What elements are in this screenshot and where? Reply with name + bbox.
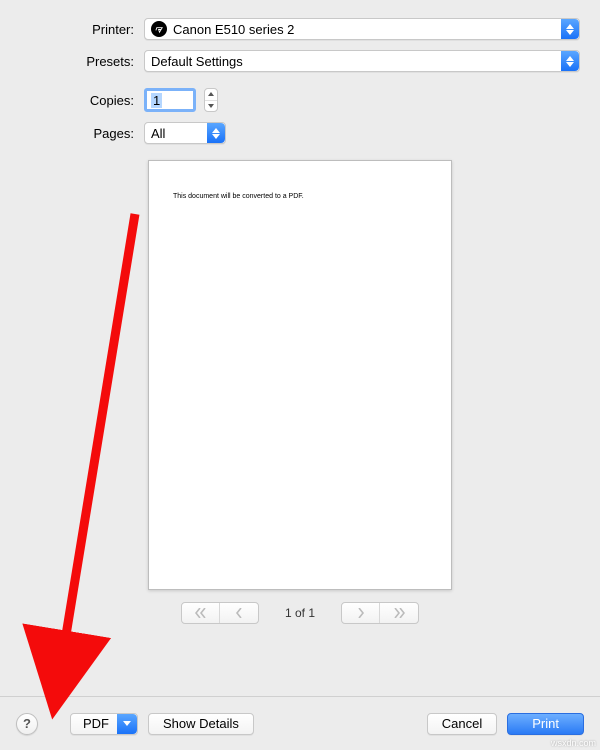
printer-value: Canon E510 series 2 <box>173 22 294 37</box>
pager-prev-button[interactable] <box>220 603 258 623</box>
presets-value: Default Settings <box>151 54 243 69</box>
pages-value: All <box>151 126 165 141</box>
pager-prev-group <box>181 602 259 624</box>
presets-label: Presets: <box>20 54 144 69</box>
pager-next-group <box>341 602 419 624</box>
stepper-down-icon[interactable] <box>205 101 217 112</box>
watermark: wsxdn.com <box>551 738 596 748</box>
pdf-menu-button[interactable]: PDF <box>70 713 138 735</box>
show-details-button[interactable]: Show Details <box>148 713 254 735</box>
pages-label: Pages: <box>20 126 144 141</box>
printer-label: Printer: <box>20 22 144 37</box>
copies-label: Copies: <box>20 93 144 108</box>
copies-input[interactable]: 1 <box>144 88 196 112</box>
printer-select[interactable]: Canon E510 series 2 <box>144 18 580 40</box>
copies-stepper[interactable] <box>204 88 218 112</box>
preview-text: This document will be converted to a PDF… <box>173 193 427 200</box>
pager-last-button[interactable] <box>380 603 418 623</box>
pager-next-button[interactable] <box>342 603 380 623</box>
help-button[interactable]: ? <box>16 713 38 735</box>
dropdown-caret-icon <box>561 19 579 39</box>
presets-select[interactable]: Default Settings <box>144 50 580 72</box>
stepper-up-icon[interactable] <box>205 89 217 101</box>
pager-label: 1 of 1 <box>275 606 325 620</box>
chevron-left-icon <box>235 608 243 618</box>
chevron-down-icon <box>117 714 137 734</box>
chevron-double-right-icon <box>393 608 405 618</box>
print-preview-page: This document will be converted to a PDF… <box>148 160 452 590</box>
copies-value: 1 <box>151 93 162 108</box>
print-button[interactable]: Print <box>507 713 584 735</box>
chevron-double-left-icon <box>195 608 207 618</box>
dropdown-caret-icon <box>207 123 225 143</box>
printer-status-icon <box>151 21 167 37</box>
pager-first-button[interactable] <box>182 603 220 623</box>
pages-select[interactable]: All <box>144 122 226 144</box>
dropdown-caret-icon <box>561 51 579 71</box>
chevron-right-icon <box>357 608 365 618</box>
pdf-button-label: PDF <box>83 716 109 731</box>
cancel-button[interactable]: Cancel <box>427 713 497 735</box>
